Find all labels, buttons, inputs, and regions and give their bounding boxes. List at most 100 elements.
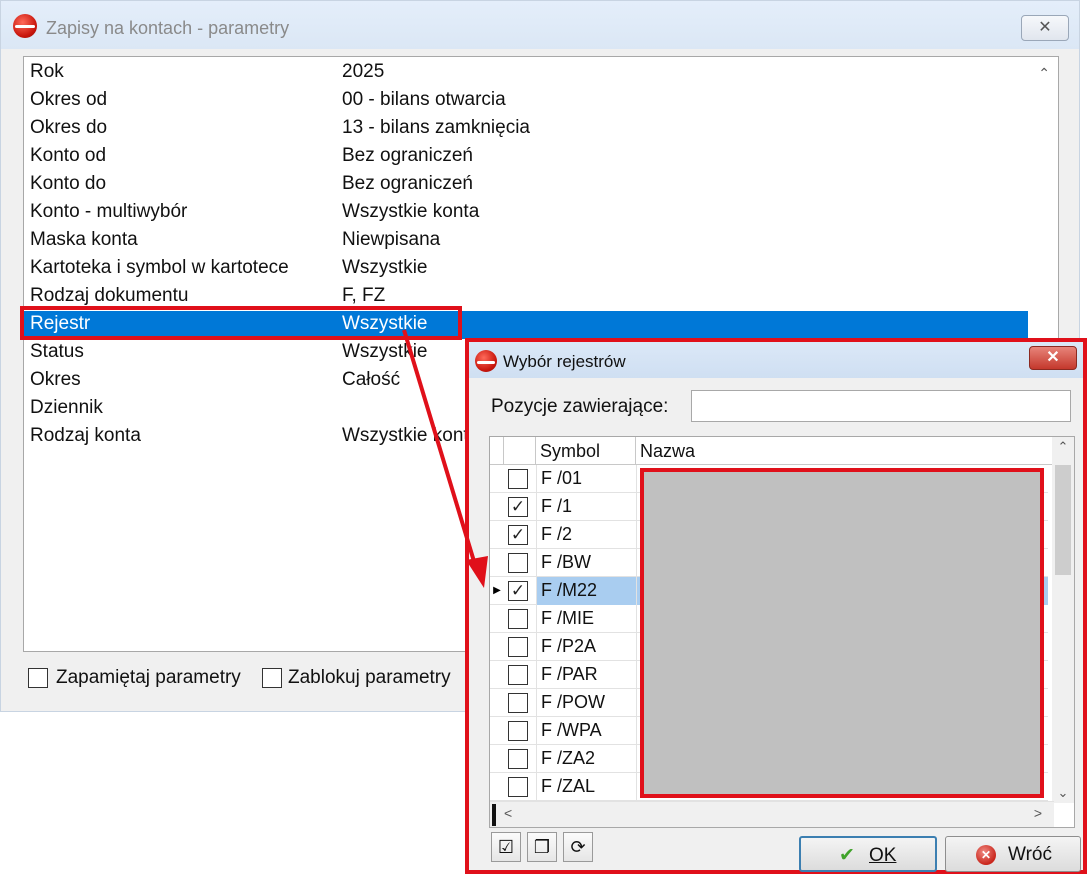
param-name: Okres — [30, 369, 81, 390]
param-name: Okres do — [30, 117, 108, 138]
row-checkbox[interactable] — [508, 777, 528, 797]
cell-symbol: F /WPA — [536, 717, 636, 745]
vertical-scrollbar[interactable]: ⌃ ⌄ — [1052, 437, 1074, 803]
param-row[interactable]: Konto do Bez ograniczeń — [24, 171, 1028, 199]
redacted-name-area — [640, 468, 1044, 798]
row-indicator — [490, 465, 504, 493]
header-check-cell[interactable] — [504, 437, 536, 465]
row-indicator — [490, 773, 504, 801]
param-value: 00 - bilans otwarcia — [342, 89, 506, 110]
row-checkbox[interactable] — [508, 609, 528, 629]
param-name: Rodzaj konta — [30, 425, 141, 446]
cell-symbol: F /POW — [536, 689, 636, 717]
filter-input[interactable] — [691, 390, 1071, 422]
column-separator — [635, 437, 636, 465]
param-value: Wszystkie — [342, 257, 428, 278]
param-row[interactable]: Maska konta Niewpisana — [24, 227, 1028, 255]
dialog-close-button[interactable]: ✕ — [1029, 346, 1077, 370]
row-indicator — [490, 689, 504, 717]
remember-parameters-label: Zapamiętaj parametry — [56, 667, 241, 688]
scroll-down-icon[interactable]: ⌄ — [1052, 785, 1074, 801]
row-indicator — [490, 633, 504, 661]
check-icon: ✔ — [839, 845, 855, 866]
ok-button[interactable]: ✔ OK — [799, 836, 937, 872]
grid-header: Symbol Nazwa — [490, 437, 1054, 465]
row-indicator — [490, 549, 504, 577]
remember-parameters-checkbox[interactable] — [28, 668, 48, 688]
row-indicator — [490, 605, 504, 633]
row-checkbox[interactable]: ✓ — [508, 497, 528, 517]
deselect-all-button[interactable]: ❐ — [527, 832, 557, 862]
param-value: Bez ograniczeń — [342, 173, 473, 194]
header-indicator-cell — [490, 437, 504, 465]
param-row[interactable]: Okres do 13 - bilans zamknięcia — [24, 115, 1028, 143]
param-value: 2025 — [342, 61, 385, 82]
row-checkbox[interactable]: ✓ — [508, 525, 528, 545]
invert-selection-button[interactable]: ⟳ — [563, 832, 593, 862]
row-checkbox[interactable] — [508, 665, 528, 685]
scroll-right-icon[interactable]: > — [1034, 805, 1042, 821]
cancel-icon: ✕ — [976, 845, 996, 865]
select-all-button[interactable]: ☑ — [491, 832, 521, 862]
param-name: Rodzaj dokumentu — [30, 285, 189, 306]
param-value: F, FZ — [342, 285, 386, 306]
row-checkbox[interactable]: ✓ — [508, 581, 528, 601]
cell-symbol: F /P2A — [536, 633, 636, 661]
param-name: Konto - multiwybór — [30, 201, 188, 222]
row-indicator — [490, 521, 504, 549]
app-logo-icon — [475, 350, 497, 372]
main-window-title: Zapisy na kontach - parametry — [46, 18, 290, 38]
param-row[interactable]: Konto od Bez ograniczeń — [24, 143, 1028, 171]
cell-symbol: F /MIE — [536, 605, 636, 633]
cell-symbol: F /PAR — [536, 661, 636, 689]
cell-symbol: F /01 — [536, 465, 636, 493]
param-name: Rok — [30, 61, 64, 82]
param-row[interactable]: Rok 2025 — [24, 59, 1028, 87]
dialog-title: Wybór rejestrów — [503, 352, 626, 371]
back-button-label: Wróć — [1008, 844, 1052, 865]
param-name: Status — [30, 341, 84, 362]
param-row[interactable]: Okres od 00 - bilans otwarcia — [24, 87, 1028, 115]
param-value: Wszystkie — [342, 341, 428, 362]
register-selection-dialog: Wybór rejestrów ✕ Pozycje zawierające: S… — [465, 338, 1087, 874]
param-value: Bez ograniczeń — [342, 145, 473, 166]
param-row[interactable]: Konto - multiwybór Wszystkie konta — [24, 199, 1028, 227]
scroll-up-icon[interactable]: ⌃ — [1052, 439, 1074, 455]
row-checkbox[interactable] — [508, 469, 528, 489]
cell-symbol: F /BW — [536, 549, 636, 577]
row-indicator — [490, 717, 504, 745]
scroll-left-icon[interactable]: < — [504, 805, 512, 821]
param-value: Całość — [342, 369, 401, 390]
main-close-button[interactable]: ✕ — [1021, 15, 1069, 41]
column-header-symbol[interactable]: Symbol — [540, 441, 600, 462]
param-value: Wszystkie konta — [342, 201, 480, 222]
app-logo-icon — [13, 14, 37, 38]
horizontal-scrollbar[interactable]: < > — [490, 801, 1054, 827]
back-button[interactable]: ✕ Wróć — [945, 836, 1081, 872]
row-marker — [492, 804, 496, 826]
row-checkbox[interactable] — [508, 637, 528, 657]
lock-parameters-checkbox[interactable] — [262, 668, 282, 688]
param-value: Wszystkie konta — [342, 425, 480, 446]
lock-parameters-label: Zablokuj parametry — [288, 667, 451, 688]
row-checkbox[interactable] — [508, 693, 528, 713]
row-checkbox[interactable] — [508, 553, 528, 573]
row-indicator — [490, 745, 504, 773]
scroll-up-icon[interactable]: ⌃ — [1038, 65, 1050, 82]
param-row[interactable]: Kartoteka i symbol w kartotece Wszystkie — [24, 255, 1028, 283]
param-name: Maska konta — [30, 229, 138, 250]
row-checkbox[interactable] — [508, 749, 528, 769]
param-name: Konto od — [30, 145, 107, 166]
cell-symbol: F /ZA2 — [536, 745, 636, 773]
param-value: Niewpisana — [342, 229, 441, 250]
param-name: Dziennik — [30, 397, 103, 418]
param-name: Konto do — [30, 173, 107, 194]
row-indicator — [490, 493, 504, 521]
cell-symbol: F /M22 — [536, 577, 636, 605]
row-checkbox[interactable] — [508, 721, 528, 741]
main-title-bar: Zapisy na kontach - parametry ✕ — [1, 1, 1079, 49]
column-header-name[interactable]: Nazwa — [640, 441, 695, 462]
param-value: 13 - bilans zamknięcia — [342, 117, 530, 138]
vertical-scroll-thumb[interactable] — [1055, 465, 1071, 575]
filter-label: Pozycje zawierające: — [491, 396, 669, 417]
